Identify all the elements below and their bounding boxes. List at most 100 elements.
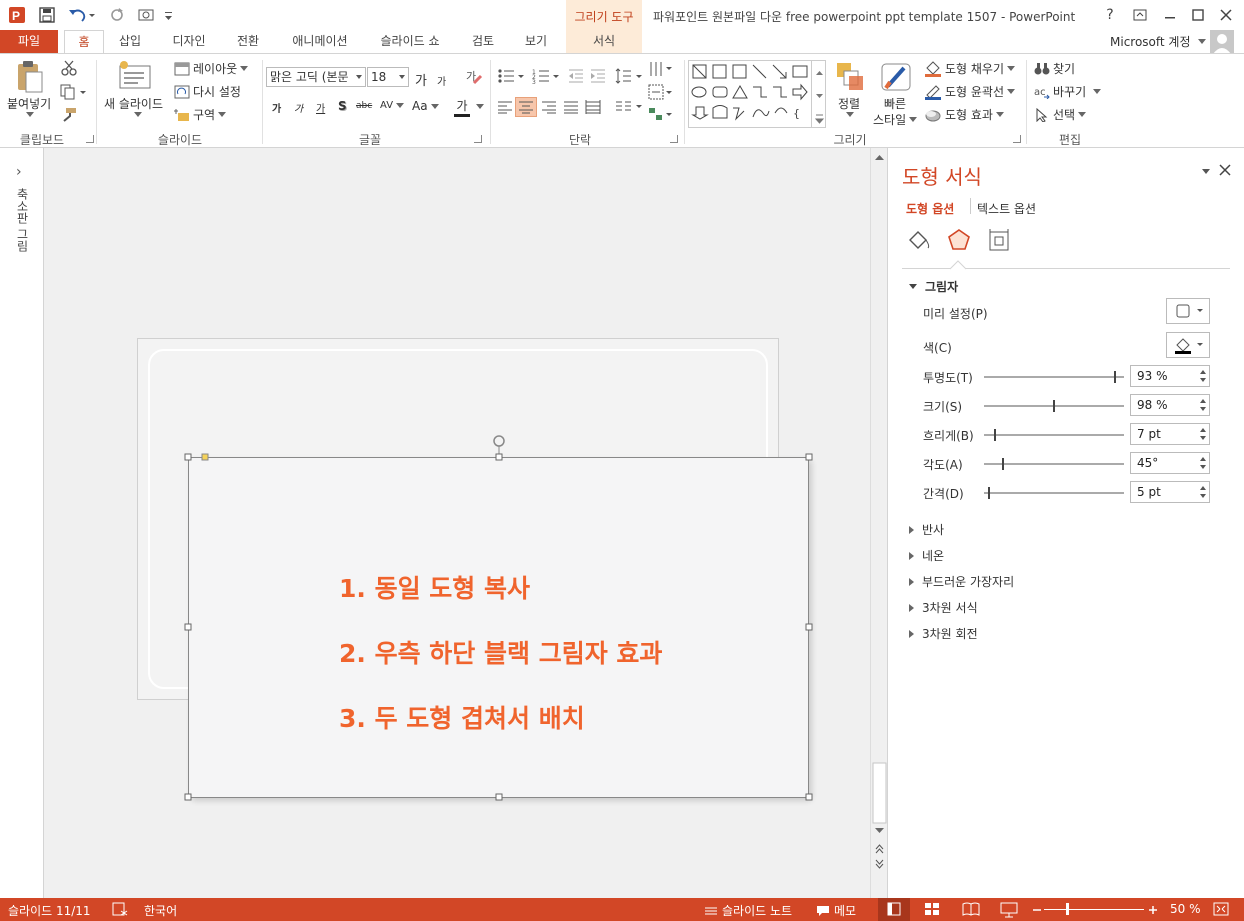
- close-window-icon[interactable]: [1214, 4, 1238, 26]
- quick-styles-label-1[interactable]: 빠른: [884, 95, 906, 112]
- fit-to-window-icon[interactable]: [1210, 898, 1232, 921]
- align-text-icon[interactable]: [648, 84, 674, 100]
- find-button[interactable]: 찾기: [1034, 60, 1075, 77]
- pane-options-icon[interactable]: [1202, 169, 1210, 174]
- arrange-dropdown-icon[interactable]: [846, 112, 854, 117]
- layout-button[interactable]: 레이아웃: [174, 60, 249, 77]
- zoom-slider-thumb[interactable]: [1066, 903, 1069, 915]
- shape-outline-button[interactable]: 도형 윤곽선: [924, 83, 1016, 100]
- font-size-field[interactable]: 18: [367, 67, 409, 87]
- size-properties-icon[interactable]: [986, 228, 1012, 252]
- numbering-icon[interactable]: 123: [532, 68, 562, 84]
- tab-text-options[interactable]: 텍스트 옵션: [977, 200, 1036, 217]
- blur-slider-thumb[interactable]: [994, 429, 996, 441]
- shadow-section-header[interactable]: 그림자: [909, 278, 958, 295]
- expand-thumbnails-button[interactable]: ›: [16, 164, 22, 180]
- notes-button[interactable]: 슬라이드 노트: [704, 902, 792, 919]
- transparency-slider-thumb[interactable]: [1114, 371, 1116, 383]
- decrease-indent-icon[interactable]: [568, 68, 584, 84]
- italic-button[interactable]: 가: [294, 100, 303, 115]
- pane-close-icon[interactable]: [1218, 163, 1232, 177]
- tab-animations[interactable]: 애니메이션: [283, 30, 357, 54]
- maximize-icon[interactable]: [1186, 4, 1210, 26]
- align-left-icon[interactable]: [497, 100, 513, 114]
- 3d-format-section-header[interactable]: 3차원 서식: [909, 599, 978, 616]
- character-spacing-button[interactable]: AV: [380, 100, 405, 111]
- transparency-spinner[interactable]: 93 %: [1130, 365, 1210, 387]
- font-color-dropdown-icon[interactable]: [476, 104, 484, 109]
- font-color-button[interactable]: 가: [454, 97, 470, 117]
- ribbon-display-options-icon[interactable]: [1128, 4, 1152, 26]
- clear-formatting-icon[interactable]: 가: [465, 69, 483, 85]
- zoom-slider[interactable]: [1044, 903, 1144, 915]
- quick-styles-icon[interactable]: [880, 60, 914, 94]
- quick-styles-button[interactable]: 스타일: [873, 111, 918, 128]
- text-shadow-button[interactable]: S: [338, 99, 347, 113]
- distance-slider[interactable]: [984, 487, 1124, 499]
- vertical-scrollbar[interactable]: [870, 148, 887, 898]
- tab-transitions[interactable]: 전환: [228, 30, 268, 54]
- new-slide-icon[interactable]: [118, 60, 152, 92]
- select-button[interactable]: 선택: [1034, 106, 1087, 123]
- tab-format[interactable]: 서식: [566, 30, 642, 54]
- color-dropdown[interactable]: [1166, 332, 1210, 358]
- paste-dropdown-icon[interactable]: [26, 112, 34, 117]
- tab-home[interactable]: 홈: [64, 30, 104, 54]
- slide-sorter-icon[interactable]: [922, 898, 944, 921]
- bold-button[interactable]: 가: [272, 100, 281, 115]
- redo-icon[interactable]: [108, 6, 126, 24]
- help-button[interactable]: ?: [1098, 4, 1122, 26]
- zoom-level[interactable]: 50 %: [1170, 902, 1201, 916]
- arrange-button[interactable]: 정렬: [838, 95, 860, 112]
- thumbnails-label[interactable]: 축소판 그림: [14, 188, 31, 252]
- reflection-section-header[interactable]: 반사: [909, 521, 944, 538]
- undo-icon[interactable]: [68, 6, 96, 24]
- cut-icon[interactable]: [60, 60, 78, 76]
- clipboard-launcher-icon[interactable]: [86, 135, 94, 143]
- transparency-slider[interactable]: [984, 371, 1124, 383]
- reset-button[interactable]: 다시 설정: [174, 83, 241, 100]
- convert-smartart-icon[interactable]: [648, 106, 674, 122]
- drawing-launcher-icon[interactable]: [1013, 135, 1021, 143]
- section-button[interactable]: 구역: [174, 106, 227, 123]
- tab-file[interactable]: 파일: [0, 30, 58, 54]
- tab-view[interactable]: 보기: [517, 30, 555, 54]
- soft-edges-section-header[interactable]: 부드러운 가장자리: [909, 573, 1014, 590]
- replace-button[interactable]: ac 바꾸기: [1034, 83, 1102, 100]
- angle-slider[interactable]: [984, 458, 1124, 470]
- customize-qat-icon[interactable]: [164, 6, 174, 24]
- save-icon[interactable]: [38, 6, 56, 24]
- angle-spinner[interactable]: 45°: [1130, 452, 1210, 474]
- distributed-icon[interactable]: [585, 100, 601, 114]
- size-slider[interactable]: [984, 400, 1124, 412]
- angle-slider-thumb[interactable]: [1002, 458, 1004, 470]
- line-spacing-icon[interactable]: [615, 68, 645, 84]
- presets-dropdown[interactable]: [1166, 298, 1210, 324]
- shapes-gallery-scroll[interactable]: [811, 61, 826, 127]
- minimize-icon[interactable]: [1158, 4, 1182, 26]
- size-spinner[interactable]: 98 %: [1130, 394, 1210, 416]
- blur-slider[interactable]: [984, 429, 1124, 441]
- language-indicator[interactable]: 한국어: [144, 902, 177, 919]
- underline-button[interactable]: 가: [316, 100, 325, 115]
- size-slider-thumb[interactable]: [1053, 400, 1055, 412]
- text-direction-icon[interactable]: [648, 60, 674, 78]
- tab-design[interactable]: 디자인: [164, 30, 214, 54]
- tab-insert[interactable]: 삽입: [110, 30, 150, 54]
- reading-view-icon[interactable]: [960, 898, 982, 921]
- strikethrough-button[interactable]: abc: [356, 101, 372, 111]
- change-case-button[interactable]: Aa: [412, 99, 439, 113]
- zoom-out-icon[interactable]: [1030, 898, 1044, 921]
- bullets-icon[interactable]: [497, 68, 527, 84]
- spell-check-icon[interactable]: [112, 902, 128, 916]
- slide-editing-area[interactable]: 1. 동일 도형 복사 2. 우측 하단 블랙 그림자 효과 3. 두 도형 겹…: [44, 148, 870, 898]
- start-slideshow-icon[interactable]: [138, 6, 160, 24]
- paste-button[interactable]: 붙여넣기: [7, 95, 51, 112]
- tab-slideshow[interactable]: 슬라이드 쇼: [370, 30, 450, 54]
- selection-handles[interactable]: [182, 430, 816, 804]
- new-slide-dropdown-icon[interactable]: [134, 112, 142, 117]
- align-center-button[interactable]: [515, 97, 537, 117]
- paste-icon[interactable]: [14, 60, 46, 94]
- font-launcher-icon[interactable]: [474, 135, 482, 143]
- pane-scrollbar[interactable]: [1233, 270, 1243, 890]
